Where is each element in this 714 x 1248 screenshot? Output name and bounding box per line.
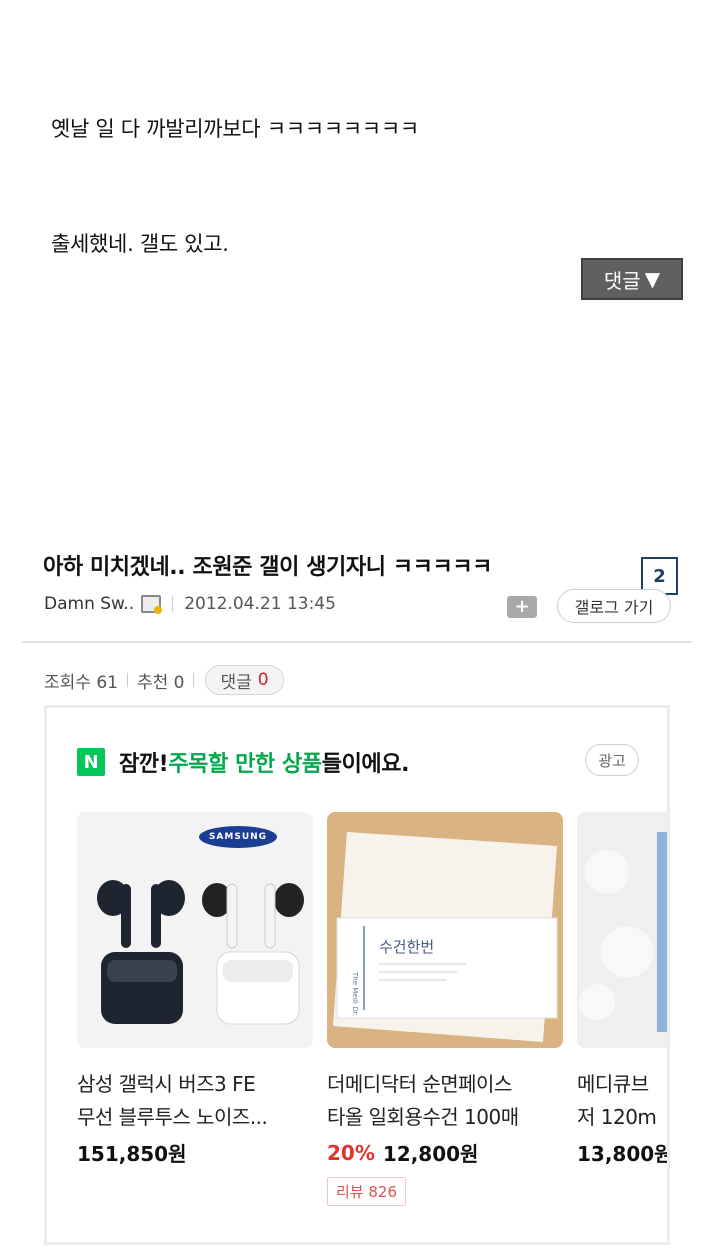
product-price-row: 151,850원 xyxy=(77,1138,313,1167)
post-meta: Damn Sw.. 2012.04.21 13:45 xyxy=(44,594,336,614)
towel-box-icon: 수건한번 The Medi Dr. xyxy=(333,832,558,1042)
product-price-row: 13,800원 xyxy=(577,1138,670,1167)
post-title[interactable]: 아하 미치겠네.. 조원준 갤이 생기자니 ㅋㅋㅋㅋㅋ xyxy=(43,549,492,581)
post-date: 2012.04.21 13:45 xyxy=(184,594,336,614)
triangle-down-icon: ▼ xyxy=(644,267,661,291)
product-card[interactable]: SAMSUNG 삼성 갤럭시 버즈3 FE 무선 블루투스 노이즈... 151… xyxy=(77,812,313,1167)
post-body-line-1: 옛날 일 다 까발리까보다 ㅋㅋㅋㅋㅋㅋㅋㅋ xyxy=(51,117,419,141)
comment-count-button[interactable]: 댓글 0 xyxy=(205,665,284,695)
review-count-badge: 리뷰 826 xyxy=(327,1177,406,1206)
naver-n-logo: N xyxy=(77,748,105,776)
ad-header-prefix: 잠깐! xyxy=(119,752,169,777)
product-name-line-2[interactable]: 저 120m xyxy=(577,1101,667,1134)
ad-label-badge[interactable]: 광고 xyxy=(585,744,639,776)
product-photo-icon xyxy=(577,812,667,1048)
earbuds-icon xyxy=(97,880,304,1025)
ad-header: N 잠깐! 주목할 만한 상품 들이에요. xyxy=(77,746,409,778)
gallog-button[interactable]: 갤로그 가기 xyxy=(557,589,671,623)
fixed-nick-icon xyxy=(141,595,163,614)
post-stats: 조회수 61 추천 0 댓글 0 xyxy=(44,665,284,695)
plus-icon: + xyxy=(514,596,530,617)
comment-toggle-button[interactable]: 댓글 ▼ xyxy=(581,258,683,300)
product-price-row: 20% 12,800원 xyxy=(327,1138,563,1167)
comment-count-value: 0 xyxy=(257,670,269,690)
divider xyxy=(22,641,692,643)
author-name[interactable]: Damn Sw.. xyxy=(44,594,134,614)
product-name-line-1[interactable]: 삼성 갤럭시 버즈3 FE xyxy=(77,1068,313,1101)
samsung-logo: SAMSUNG xyxy=(199,826,277,848)
stats-divider xyxy=(126,673,128,687)
recommend-count: 추천 0 xyxy=(136,672,185,693)
stats-divider xyxy=(193,673,195,687)
product-image[interactable] xyxy=(577,812,667,1048)
ad-header-highlight: 주목할 만한 상품 xyxy=(168,752,322,777)
meta-divider xyxy=(172,596,174,612)
product-name-line-2[interactable]: 타올 일회용수건 100매 xyxy=(327,1101,563,1134)
product-image[interactable]: 수건한번 The Medi Dr. xyxy=(327,812,563,1048)
product-discount: 20% xyxy=(327,1140,375,1165)
product-price: 151,850원 xyxy=(77,1142,187,1166)
ad-header-suffix: 들이에요. xyxy=(321,752,410,777)
product2-box-brand: The Medi Dr. xyxy=(351,971,359,1016)
product-card[interactable]: 수건한번 The Medi Dr. 더메디닥터 순면페이스 타올 일회용수건 1… xyxy=(327,812,563,1206)
comment-toggle-label: 댓글 xyxy=(603,268,641,293)
product-name-line-2[interactable]: 무선 블루투스 노이즈... xyxy=(77,1101,313,1134)
post-body-line-2: 출세했네. 갤도 있고. xyxy=(51,232,229,256)
product-image[interactable]: SAMSUNG xyxy=(77,812,313,1048)
folder-add-icon[interactable]: + xyxy=(507,596,537,618)
product-price: 12,800원 xyxy=(382,1142,479,1166)
product-name-line-1[interactable]: 더메디닥터 순면페이스 xyxy=(327,1068,563,1101)
view-count: 조회수 61 xyxy=(44,672,118,693)
product2-box-title: 수건한번 xyxy=(379,938,434,956)
ad-container: N 잠깐! 주목할 만한 상품 들이에요. 광고 SAMSUNG 삼성 갤럭시 … xyxy=(44,705,670,1245)
product-name-line-1[interactable]: 메디큐브 xyxy=(577,1068,667,1101)
product-card[interactable]: 메디큐브 저 120m 13,800원 xyxy=(577,812,670,1167)
product-price: 13,800원 xyxy=(577,1142,670,1166)
comment-count-label: 댓글 xyxy=(220,672,252,693)
